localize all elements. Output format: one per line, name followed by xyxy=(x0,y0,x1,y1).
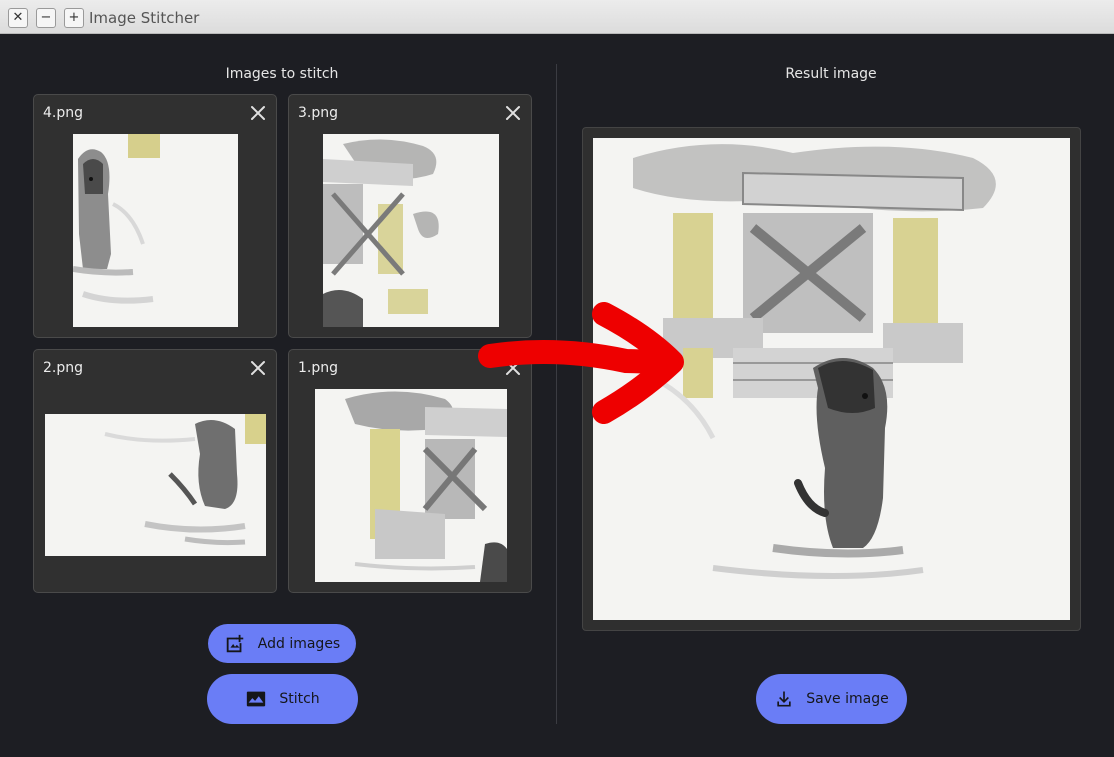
image-card[interactable]: 4.png xyxy=(33,94,277,338)
save-image-button[interactable]: Save image xyxy=(756,674,907,724)
window-maximize-button[interactable]: + xyxy=(64,8,84,28)
image-panorama-icon xyxy=(247,691,266,707)
result-image xyxy=(593,138,1070,620)
section-divider xyxy=(556,64,557,724)
image-thumbnail xyxy=(73,134,238,327)
image-card[interactable]: 2.png xyxy=(33,349,277,593)
image-card-filename: 2.png xyxy=(43,360,84,376)
stitch-label: Stitch xyxy=(279,691,320,707)
window-titlebar: ✕ − + Image Stitcher xyxy=(0,0,1114,34)
image-card[interactable]: 3.png xyxy=(288,94,532,338)
close-icon[interactable] xyxy=(504,359,522,377)
window-close-button[interactable]: ✕ xyxy=(8,8,28,28)
image-card-filename: 4.png xyxy=(43,105,84,121)
close-icon[interactable] xyxy=(249,104,267,122)
images-section-title: Images to stitch xyxy=(225,66,339,82)
window-title: Image Stitcher xyxy=(89,9,200,27)
window-minimize-button[interactable]: − xyxy=(36,8,56,28)
download-icon xyxy=(777,691,791,707)
close-icon[interactable] xyxy=(249,359,267,377)
save-image-label: Save image xyxy=(806,691,889,707)
image-card[interactable]: 1.png xyxy=(288,349,532,593)
image-thumbnail xyxy=(323,134,499,327)
image-thumbnail xyxy=(315,389,507,582)
add-photo-icon xyxy=(226,634,244,652)
result-section-title: Result image xyxy=(785,66,877,82)
add-images-label: Add images xyxy=(257,635,341,652)
image-card-filename: 1.png xyxy=(298,360,339,376)
image-thumbnail xyxy=(45,414,266,556)
image-card-filename: 3.png xyxy=(298,105,339,121)
add-images-button[interactable]: Add images xyxy=(208,624,356,663)
stitch-button[interactable]: Stitch xyxy=(207,674,358,724)
close-icon[interactable] xyxy=(504,104,522,122)
